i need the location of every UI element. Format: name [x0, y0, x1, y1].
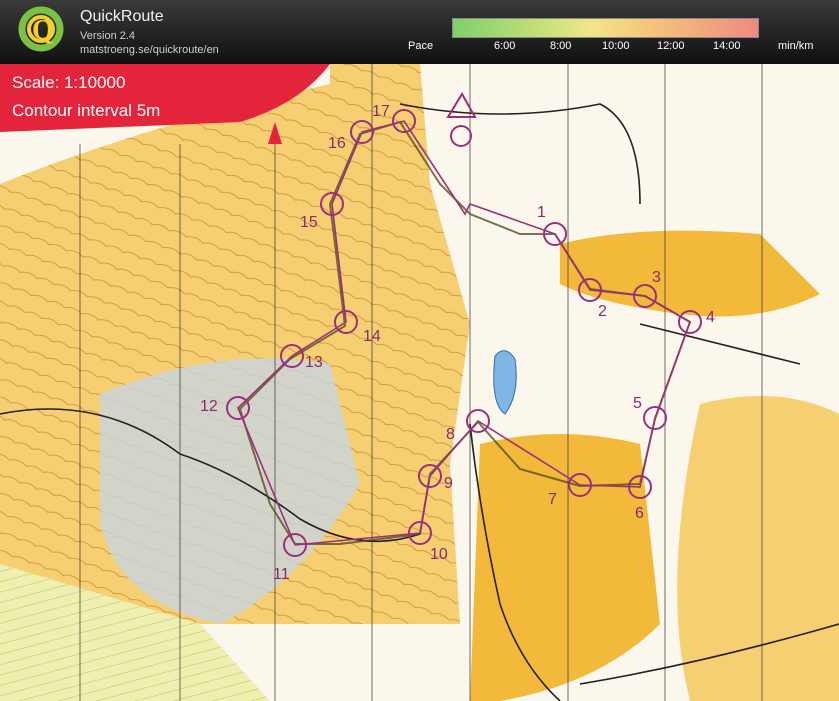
control-number: 7 [548, 491, 557, 508]
pace-tick: 14:00 [713, 40, 741, 52]
quickroute-logo-icon: Q [18, 6, 64, 52]
control-number: 10 [430, 546, 448, 563]
control-number: 3 [652, 269, 661, 286]
control-number: 6 [635, 505, 644, 522]
app-header: Q QuickRoute Version 2.4 matstroeng.se/q… [0, 0, 839, 64]
control-number: 11 [273, 566, 290, 583]
control-number: 9 [444, 475, 453, 492]
control-number: 8 [446, 426, 455, 443]
pace-label: Pace [408, 40, 434, 52]
control-number: 16 [328, 135, 346, 152]
svg-text:Q: Q [32, 15, 54, 46]
pace-tick: 10:00 [602, 40, 630, 52]
control-number: 1 [537, 204, 546, 221]
control-number: 15 [300, 214, 318, 231]
map-canvas[interactable]: Scale: 1:10000 Contour interval 5m 1 2 3… [0, 64, 839, 701]
pace-color-scale [452, 18, 759, 38]
control-number: 17 [372, 103, 390, 120]
pace-unit: min/km [778, 40, 814, 52]
control-number: 5 [633, 395, 642, 412]
orienteering-map[interactable]: Scale: 1:10000 Contour interval 5m 1 2 3… [0, 64, 839, 701]
control-number: 4 [706, 309, 715, 326]
app-title: QuickRoute [80, 8, 164, 25]
app-url: matstroeng.se/quickroute/en [80, 44, 219, 56]
pace-tick: 12:00 [657, 40, 685, 52]
control-number: 2 [598, 303, 607, 320]
pace-tick: 6:00 [494, 40, 516, 52]
control-number: 13 [305, 354, 323, 371]
pace-tick: 8:00 [550, 40, 572, 52]
scale-text: Scale: 1:10000 [12, 73, 125, 92]
control-number: 12 [200, 398, 218, 415]
app-version: Version 2.4 [80, 30, 136, 42]
contour-interval-text: Contour interval 5m [12, 101, 160, 120]
yellow-area-se [677, 396, 839, 701]
control-number: 14 [363, 328, 381, 345]
